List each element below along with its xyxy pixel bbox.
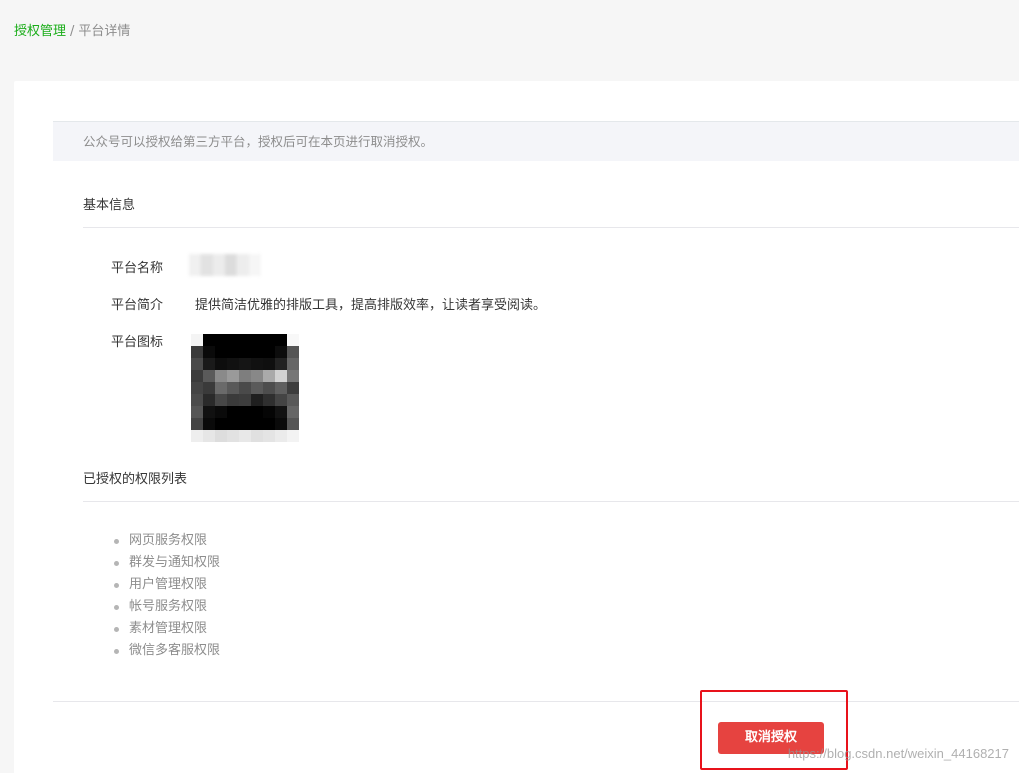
info-row-platform-desc: 平台简介 提供简洁优雅的排版工具，提高排版效率，让读者享受阅读。 — [111, 294, 546, 313]
permission-item: 网页服务权限 — [111, 530, 220, 552]
platform-name-value-blurred — [189, 254, 261, 276]
permission-item: 帐号服务权限 — [111, 596, 220, 618]
breadcrumb: 授权管理 / 平台详情 — [14, 20, 130, 39]
info-row-platform-name: 平台名称 — [111, 254, 261, 276]
platform-desc-label: 平台简介 — [111, 298, 164, 313]
watermark: https://blog.csdn.net/weixin_44168217 — [787, 746, 1009, 761]
platform-icon-image — [191, 334, 299, 442]
notice-text: 公众号可以授权给第三方平台，授权后可在本页进行取消授权。 — [83, 134, 434, 149]
section-title-permissions: 已授权的权限列表 — [83, 468, 1019, 502]
platform-icon-label: 平台图标 — [111, 335, 164, 350]
permission-list: 网页服务权限 群发与通知权限 用户管理权限 帐号服务权限 素材管理权限 微信多客服权限 — [111, 530, 220, 662]
section-title-basic-info: 基本信息 — [83, 194, 1019, 228]
notice-bar: 公众号可以授权给第三方平台，授权后可在本页进行取消授权。 — [53, 121, 1019, 161]
breadcrumb-current: 平台详情 — [78, 24, 131, 39]
detail-panel: 公众号可以授权给第三方平台，授权后可在本页进行取消授权。 基本信息 平台名称 平… — [14, 81, 1019, 773]
permission-item: 微信多客服权限 — [111, 640, 220, 662]
breadcrumb-separator: / — [70, 24, 75, 39]
info-row-platform-icon: 平台图标 — [111, 331, 195, 350]
permission-item: 用户管理权限 — [111, 574, 220, 596]
breadcrumb-link-auth-management[interactable]: 授权管理 — [14, 24, 66, 39]
platform-name-label: 平台名称 — [111, 261, 164, 276]
platform-desc-value: 提供简洁优雅的排版工具，提高排版效率，让读者享受阅读。 — [195, 298, 547, 313]
footer-divider — [53, 701, 1019, 702]
permission-item: 群发与通知权限 — [111, 552, 220, 574]
permission-item: 素材管理权限 — [111, 618, 220, 640]
